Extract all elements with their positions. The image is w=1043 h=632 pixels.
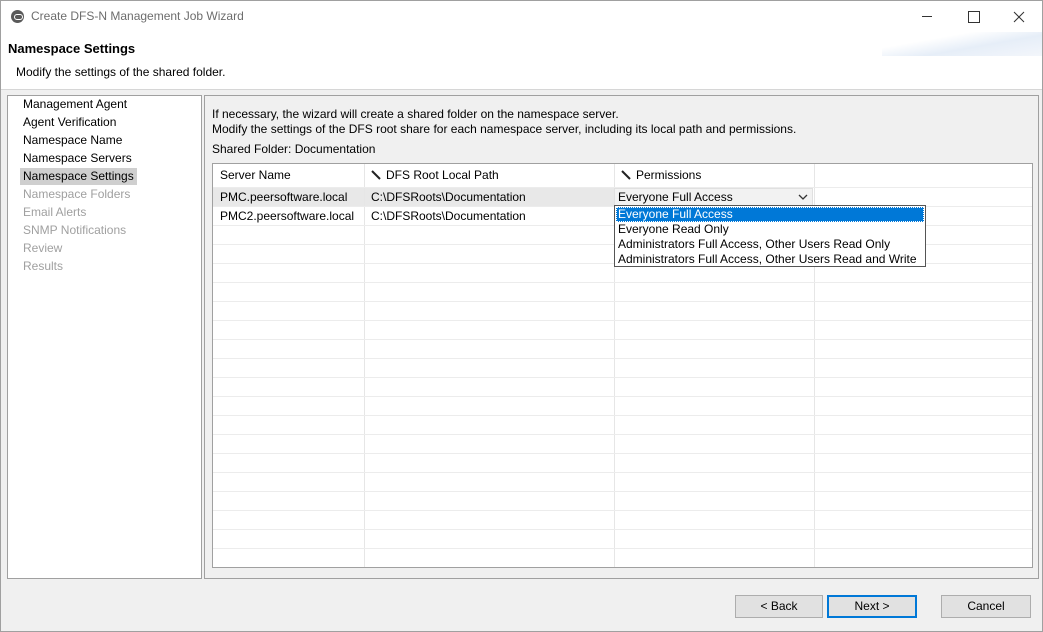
app-icon <box>11 10 24 23</box>
window-title: Create DFS-N Management Job Wizard <box>31 9 244 23</box>
step-namespace-settings[interactable]: Namespace Settings <box>20 168 137 185</box>
permissions-combo-value: Everyone Full Access <box>618 190 733 204</box>
cell-local-path[interactable]: C:\DFSRoots\Documentation <box>364 188 614 207</box>
step-results: Results <box>23 259 64 273</box>
permissions-combo[interactable]: Everyone Full Access <box>614 188 813 206</box>
step-review: Review <box>23 241 63 255</box>
step-email-alerts: Email Alerts <box>23 205 87 219</box>
step-management-agent[interactable]: Management Agent <box>20 96 130 113</box>
cell-server-name[interactable]: PMC.peersoftware.local <box>213 188 364 207</box>
column-header-label: DFS Root Local Path <box>386 168 499 182</box>
column-header-label: Server Name <box>220 168 291 182</box>
wizard-window: Create DFS-N Management Job Wizard Names… <box>0 0 1043 632</box>
step-agent-verification[interactable]: Agent Verification <box>20 114 119 131</box>
step-namespace-servers[interactable]: Namespace Servers <box>20 150 135 167</box>
dropdown-option[interactable]: Everyone Full Access <box>616 207 924 222</box>
dropdown-option[interactable]: Administrators Full Access, Other Users … <box>616 252 924 267</box>
next-button[interactable]: Next > <box>827 595 917 618</box>
close-button[interactable] <box>996 1 1042 32</box>
close-icon <box>1013 11 1025 23</box>
dropdown-option[interactable]: Everyone Read Only <box>616 222 924 237</box>
pencil-icon <box>621 170 631 180</box>
page-subtitle: Modify the settings of the shared folder… <box>16 65 226 79</box>
info-text-line-2: Modify the settings of the DFS root shar… <box>212 122 797 136</box>
column-header-dfs-root-local-path[interactable]: DFS Root Local Path <box>364 164 614 187</box>
title-bar: Create DFS-N Management Job Wizard <box>1 1 1042 32</box>
maximize-button[interactable] <box>950 1 996 32</box>
pencil-icon <box>371 170 381 180</box>
step-namespace-name[interactable]: Namespace Name <box>20 132 125 149</box>
minimize-button[interactable] <box>904 1 950 32</box>
permissions-dropdown-list: Everyone Full Access Everyone Read Only … <box>614 205 926 267</box>
content-panel: If necessary, the wizard will create a s… <box>204 95 1039 579</box>
back-button[interactable]: < Back <box>735 595 823 618</box>
info-text-line-1: If necessary, the wizard will create a s… <box>212 107 619 121</box>
cell-local-path[interactable]: C:\DFSRoots\Documentation <box>364 207 614 226</box>
wizard-steps-list: Management Agent Agent Verification Name… <box>7 95 202 579</box>
column-header-server-name[interactable]: Server Name <box>213 164 364 187</box>
header-decoration <box>882 32 1042 56</box>
cell-server-name[interactable]: PMC2.peersoftware.local <box>213 207 364 226</box>
dropdown-option[interactable]: Administrators Full Access, Other Users … <box>616 237 924 252</box>
chevron-down-icon[interactable] <box>798 192 808 202</box>
cancel-button[interactable]: Cancel <box>941 595 1031 618</box>
page-title: Namespace Settings <box>8 41 136 56</box>
step-snmp-notifications: SNMP Notifications <box>23 223 127 237</box>
column-header-permissions[interactable]: Permissions <box>614 164 814 187</box>
column-header-label: Permissions <box>636 168 702 182</box>
shared-folder-label: Shared Folder: Documentation <box>212 142 376 156</box>
wizard-header: Namespace Settings Modify the settings o… <box>1 32 1042 90</box>
step-namespace-folders: Namespace Folders <box>23 187 131 201</box>
